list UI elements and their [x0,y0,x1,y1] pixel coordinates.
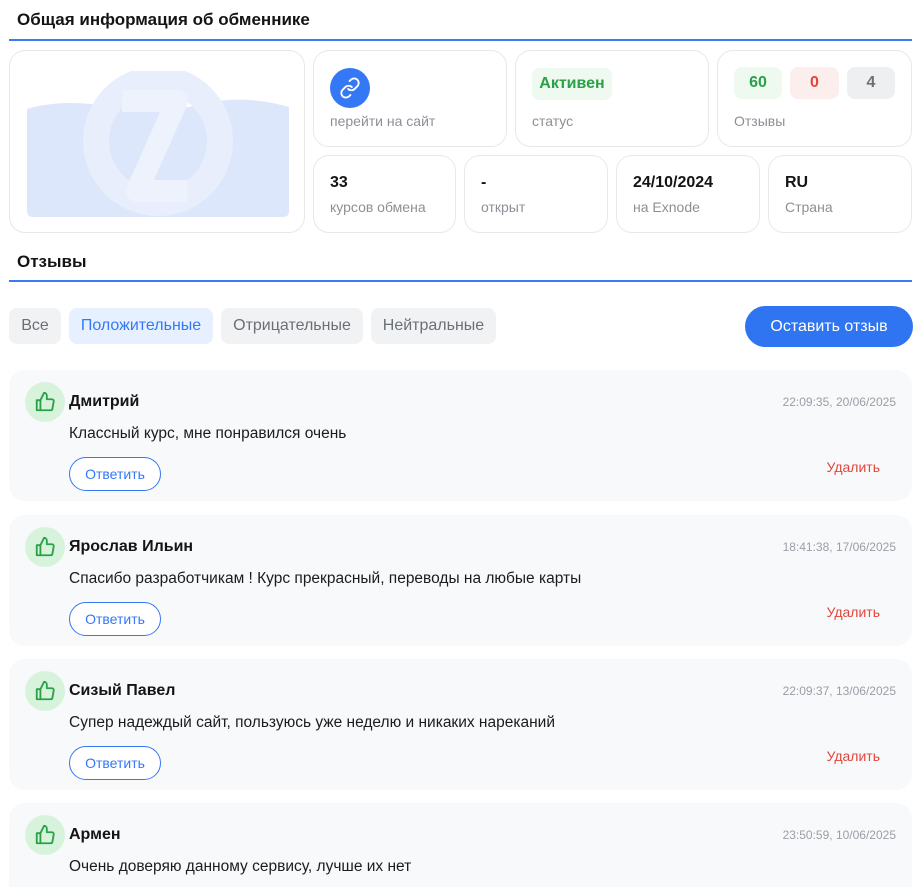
thumbs-up-icon [25,815,65,855]
review-author: Дмитрий [69,393,140,410]
review-item: Дмитрий 22:09:35, 20/06/2025 Классный ку… [9,370,912,501]
review-date: 23:50:59, 10/06/2025 [782,828,896,842]
thumbs-up-icon [25,527,65,567]
stat-value: 33 [330,174,348,191]
review-item: Армен 23:50:59, 10/06/2025 Очень доверяю… [9,803,912,887]
stat-card-opened: - открыт [464,155,608,233]
stat-card-country: RU Страна [768,155,912,233]
status-label: статус [532,113,574,129]
reply-button[interactable]: Ответить [69,457,161,491]
stat-value: 24/10/2024 [633,174,714,191]
delete-button[interactable]: Удалить [827,604,880,620]
stat-label: Страна [785,199,833,215]
review-author: Армен [69,826,121,843]
visit-site-card[interactable]: перейти на сайт [313,50,507,147]
reply-button[interactable]: Ответить [69,746,161,780]
negative-count-badge: 0 [790,67,839,99]
review-item: Ярослав Ильин 18:41:38, 17/06/2025 Спаси… [9,515,912,646]
delete-button[interactable]: Удалить [827,459,880,475]
leave-review-button[interactable]: Оставить отзыв [745,306,913,347]
filter-all[interactable]: Все [9,308,61,344]
exchanger-logo-card [9,50,305,233]
link-icon[interactable] [330,68,370,108]
exchanger-logo-placeholder-icon [27,71,289,217]
review-author: Сизый Павел [69,682,176,699]
reviews-count-label: Отзывы [734,113,786,129]
filter-negative[interactable]: Отрицательные [221,308,363,344]
delete-button[interactable]: Удалить [827,748,880,764]
visit-site-label[interactable]: перейти на сайт [330,113,435,129]
stat-label: открыт [481,199,526,215]
thumbs-up-icon [25,382,65,422]
stat-value: RU [785,174,809,191]
filter-positive[interactable]: Положительные [69,308,213,344]
review-item: Сизый Павел 22:09:37, 13/06/2025 Супер н… [9,659,912,790]
reviews-section-divider [9,280,912,282]
stat-card-on-exnode: 24/10/2024 на Exnode [616,155,760,233]
positive-count-badge: 60 [734,67,782,99]
review-author: Ярослав Ильин [69,538,194,555]
status-card: Активен статус [515,50,709,147]
neutral-count-badge: 4 [847,67,895,99]
stat-value: - [481,174,487,191]
stat-label: на Exnode [633,199,700,215]
reviews-section-title: Отзывы [17,252,87,271]
status-badge: Активен [532,68,612,100]
stat-label: курсов обмена [330,199,426,215]
review-date: 22:09:35, 20/06/2025 [782,395,896,409]
reviews-count-card: 60 0 4 Отзывы [717,50,912,147]
thumbs-up-icon [25,671,65,711]
reply-button[interactable]: Ответить [69,602,161,636]
info-section-divider [9,39,912,41]
review-date: 18:41:38, 17/06/2025 [782,540,896,554]
review-text: Очень доверяю данному сервису, лучше их … [69,858,412,875]
review-text: Спасибо разработчикам ! Курс прекрасный,… [69,570,582,587]
review-date: 22:09:37, 13/06/2025 [782,684,896,698]
stat-card-rates: 33 курсов обмена [313,155,456,233]
filter-neutral[interactable]: Нейтральные [371,308,496,344]
review-text: Классный курс, мне понравился очень [69,425,347,442]
review-text: Супер надеждый сайт, пользуюсь уже недел… [69,714,555,731]
info-section-title: Общая информация об обменнике [17,10,310,29]
